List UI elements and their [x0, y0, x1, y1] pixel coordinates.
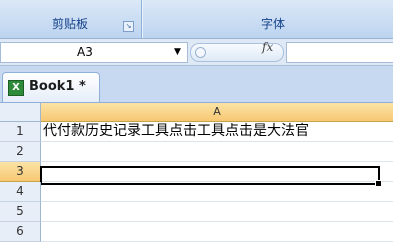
clipboard-group-label: 剪贴板: [51, 17, 88, 31]
workbook-tab[interactable]: X Book1 *: [2, 72, 100, 102]
resize-knob-icon: [195, 47, 206, 58]
ribbon: 剪贴板 ↘ 字体: [0, 0, 393, 39]
workbook-tab-label: Book1 *: [29, 79, 86, 94]
formula-input[interactable]: [286, 42, 393, 63]
name-box[interactable]: A3 ▼: [0, 42, 188, 63]
cell-a6[interactable]: [41, 222, 393, 242]
cell-a5[interactable]: [41, 202, 393, 222]
cell-a1[interactable]: 代付款历史记录工具点击工具点击是大法官: [41, 122, 393, 142]
cell-a4[interactable]: [41, 182, 393, 202]
worksheet-grid[interactable]: A 1 代付款历史记录工具点击工具点击是大法官 2 3 4 5 6: [0, 103, 393, 244]
dropdown-arrow-icon[interactable]: ▼: [174, 43, 181, 62]
select-all-corner[interactable]: [0, 103, 41, 122]
row-header-5[interactable]: 5: [0, 202, 41, 222]
clipboard-group: 剪贴板 ↘: [0, 0, 140, 38]
row-header-2[interactable]: 2: [0, 142, 41, 162]
font-group-label: 字体: [260, 17, 285, 31]
column-header-a[interactable]: A: [41, 103, 393, 122]
row-header-1[interactable]: 1: [0, 122, 41, 142]
font-group: 字体: [143, 0, 393, 38]
row-header-6[interactable]: 6: [0, 222, 41, 242]
row-header-4[interactable]: 4: [0, 182, 41, 202]
excel-icon: X: [8, 80, 24, 96]
row-header-3[interactable]: 3: [0, 162, 41, 182]
name-box-value: A3: [77, 45, 93, 59]
formula-bar: A3 ▼ fx: [0, 39, 393, 66]
workbook-tabstrip: X Book1 *: [0, 66, 393, 103]
clipboard-dialog-launcher-icon[interactable]: ↘: [123, 21, 134, 32]
ribbon-separator: [141, 0, 142, 38]
cell-a2[interactable]: [41, 142, 393, 162]
cell-a1-value: 代付款历史记录工具点击工具点击是大法官: [43, 123, 309, 139]
insert-function-icon[interactable]: fx: [262, 40, 273, 54]
